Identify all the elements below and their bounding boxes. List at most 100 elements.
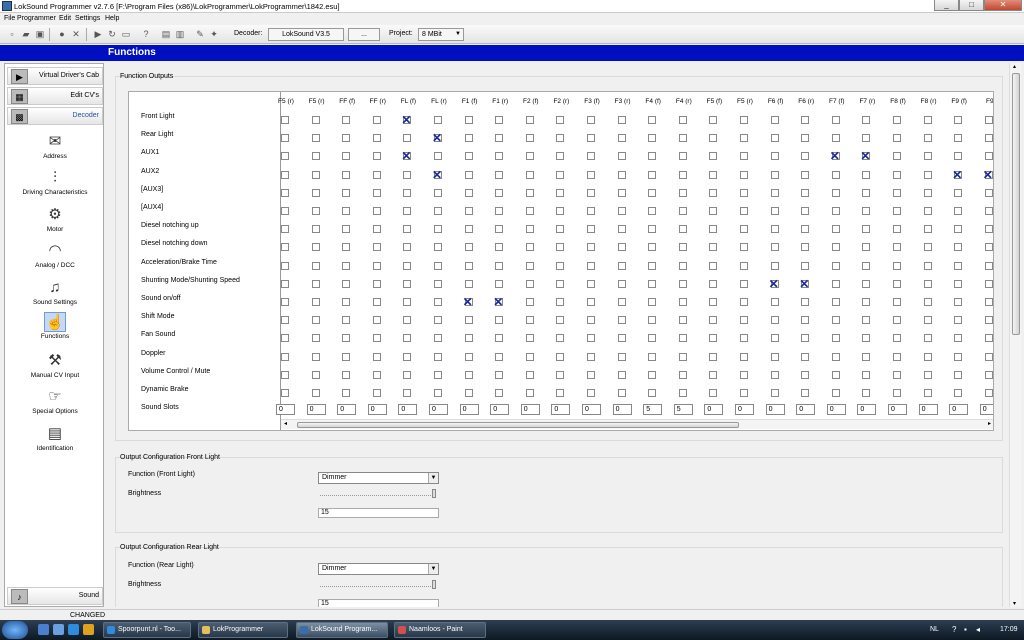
function-checkbox[interactable] bbox=[740, 243, 748, 252]
function-checkbox[interactable] bbox=[862, 370, 871, 379]
nav-manual-cv-input[interactable]: ⚒ Manual CV Input bbox=[7, 351, 103, 385]
sound-slot-input[interactable]: 0 bbox=[612, 404, 632, 416]
tools-icon[interactable]: ✎ bbox=[194, 28, 206, 40]
function-checkbox[interactable] bbox=[464, 188, 473, 197]
function-checkbox[interactable] bbox=[801, 116, 810, 124]
sound-slot-input[interactable]: 0 bbox=[826, 404, 846, 416]
function-checkbox[interactable] bbox=[678, 298, 687, 306]
function-checkbox[interactable] bbox=[372, 334, 381, 343]
function-checkbox[interactable] bbox=[403, 207, 412, 215]
maximize-button[interactable]: □ bbox=[959, 0, 984, 11]
function-checkbox[interactable] bbox=[556, 225, 565, 234]
function-checkbox[interactable] bbox=[311, 188, 320, 197]
function-checkbox[interactable] bbox=[923, 316, 932, 325]
function-checkbox[interactable] bbox=[893, 243, 901, 252]
tab-sound[interactable]: ♪ Sound bbox=[7, 587, 103, 605]
function-checkbox[interactable] bbox=[954, 116, 963, 124]
function-checkbox[interactable] bbox=[770, 316, 779, 325]
sound-slot-input[interactable]: 0 bbox=[918, 404, 938, 416]
function-checkbox[interactable] bbox=[281, 188, 289, 197]
function-checkbox[interactable] bbox=[434, 243, 442, 252]
function-checkbox[interactable] bbox=[403, 243, 412, 252]
function-checkbox[interactable] bbox=[770, 134, 779, 143]
function-checkbox[interactable] bbox=[587, 225, 595, 234]
function-checkbox[interactable] bbox=[311, 261, 320, 270]
function-checkbox[interactable] bbox=[556, 352, 565, 361]
function-checkbox[interactable] bbox=[831, 389, 840, 397]
switch-windows-icon[interactable] bbox=[53, 624, 64, 635]
function-checkbox[interactable] bbox=[862, 225, 871, 234]
function-checkbox[interactable] bbox=[709, 370, 718, 379]
function-checkbox[interactable] bbox=[281, 389, 289, 397]
function-checkbox[interactable] bbox=[893, 225, 901, 234]
function-checkbox[interactable] bbox=[587, 207, 595, 215]
function-checkbox[interactable] bbox=[770, 298, 779, 306]
function-checkbox[interactable] bbox=[587, 243, 595, 252]
function-checkbox[interactable] bbox=[342, 279, 351, 288]
function-checkbox[interactable] bbox=[495, 279, 504, 288]
function-checkbox[interactable] bbox=[984, 225, 993, 234]
function-checkbox[interactable] bbox=[740, 170, 748, 179]
function-checkbox[interactable] bbox=[525, 334, 534, 343]
function-checkbox[interactable] bbox=[923, 152, 932, 161]
function-checkbox[interactable] bbox=[831, 352, 840, 361]
show-desktop-icon[interactable] bbox=[38, 624, 49, 635]
sound-slot-input[interactable]: 0 bbox=[459, 404, 479, 416]
rear-light-brightness-slider[interactable] bbox=[318, 580, 439, 590]
function-checkbox[interactable] bbox=[556, 298, 565, 306]
function-checkbox[interactable] bbox=[372, 243, 381, 252]
function-checkbox[interactable] bbox=[831, 170, 840, 179]
function-checkbox[interactable] bbox=[984, 243, 993, 252]
function-checkbox[interactable] bbox=[923, 389, 932, 397]
function-checkbox[interactable] bbox=[801, 370, 810, 379]
menu-settings[interactable]: Settings bbox=[75, 15, 100, 22]
function-checkbox[interactable] bbox=[342, 370, 351, 379]
function-checkbox[interactable] bbox=[464, 334, 473, 343]
function-checkbox[interactable] bbox=[556, 116, 565, 124]
internet-explorer-icon[interactable] bbox=[68, 624, 79, 635]
function-checkbox[interactable] bbox=[495, 352, 504, 361]
function-checkbox[interactable] bbox=[525, 279, 534, 288]
sound-slot-input[interactable]: 0 bbox=[337, 404, 357, 416]
function-checkbox[interactable] bbox=[342, 334, 351, 343]
function-checkbox[interactable] bbox=[862, 261, 871, 270]
function-checkbox[interactable] bbox=[311, 152, 320, 161]
function-checkbox[interactable] bbox=[311, 207, 320, 215]
function-checkbox[interactable] bbox=[617, 334, 626, 343]
function-checkbox[interactable] bbox=[342, 134, 351, 143]
function-checkbox[interactable] bbox=[311, 389, 320, 397]
function-checkbox[interactable] bbox=[831, 370, 840, 379]
function-checkbox[interactable] bbox=[587, 279, 595, 288]
function-checkbox[interactable] bbox=[709, 170, 718, 179]
function-checkbox[interactable] bbox=[923, 207, 932, 215]
function-checkbox[interactable] bbox=[495, 243, 504, 252]
function-checkbox[interactable] bbox=[801, 134, 810, 143]
nav-driving-characteristics[interactable]: ⫶ Driving Characteristics bbox=[7, 168, 103, 202]
function-checkbox[interactable] bbox=[801, 352, 810, 361]
function-checkbox[interactable] bbox=[862, 207, 871, 215]
function-checkbox[interactable] bbox=[740, 134, 748, 143]
function-checkbox[interactable] bbox=[709, 116, 718, 124]
function-checkbox[interactable] bbox=[281, 207, 289, 215]
function-checkbox[interactable] bbox=[556, 389, 565, 397]
menu-programmer[interactable]: Programmer bbox=[17, 15, 56, 22]
function-checkbox[interactable] bbox=[648, 152, 657, 161]
function-checkbox[interactable] bbox=[923, 116, 932, 124]
function-checkbox[interactable] bbox=[525, 243, 534, 252]
function-checkbox[interactable] bbox=[464, 243, 473, 252]
task-loksound-programmer[interactable]: LokSound Program... bbox=[296, 622, 388, 638]
scroll-up-icon[interactable]: ▴ bbox=[1013, 63, 1016, 70]
function-checkbox[interactable] bbox=[434, 188, 442, 197]
function-checkbox[interactable] bbox=[770, 243, 779, 252]
function-checkbox[interactable] bbox=[923, 352, 932, 361]
function-checkbox[interactable] bbox=[525, 152, 534, 161]
read-icon[interactable]: ▭ bbox=[120, 28, 132, 40]
start-button[interactable] bbox=[2, 621, 28, 639]
menu-file[interactable]: File bbox=[4, 15, 15, 22]
function-checkbox[interactable] bbox=[464, 170, 473, 179]
function-checkbox[interactable] bbox=[525, 207, 534, 215]
function-checkbox[interactable] bbox=[984, 134, 993, 143]
function-checkbox[interactable] bbox=[464, 134, 473, 143]
function-checkbox[interactable] bbox=[801, 316, 810, 325]
function-checkbox[interactable] bbox=[587, 370, 595, 379]
